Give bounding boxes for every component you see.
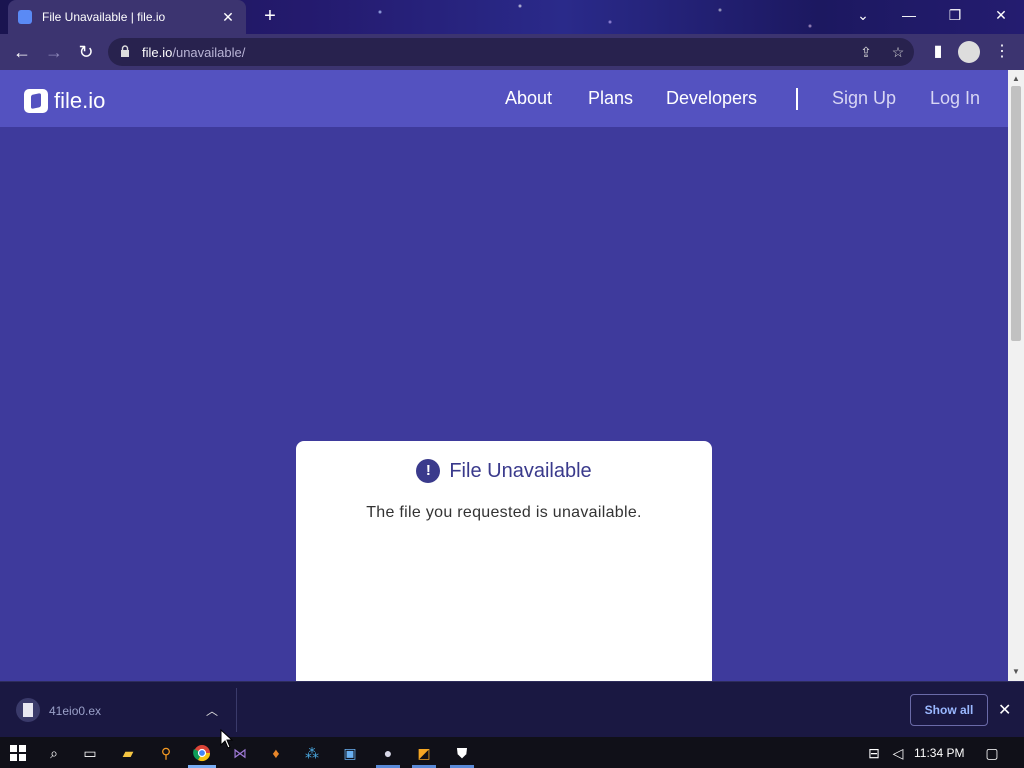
alert-icon: ! <box>416 459 441 483</box>
lock-icon[interactable] <box>120 45 130 57</box>
chevron-up-icon[interactable]: ︿ <box>206 702 218 719</box>
nav-divider <box>796 88 798 110</box>
close-shelf-icon[interactable]: ✕ <box>998 700 1011 720</box>
profile-avatar[interactable] <box>958 41 980 63</box>
share-icon[interactable]: ⇪ <box>856 42 876 62</box>
search-icon[interactable]: ⌕ <box>42 741 66 765</box>
back-button[interactable]: ← <box>10 40 34 64</box>
tab-close-icon[interactable]: ✕ <box>220 9 236 26</box>
bookmark-star-icon[interactable]: ☆ <box>888 42 908 62</box>
browser-tab[interactable]: File Unavailable | file.io ✕ <box>8 0 246 34</box>
menu-kebab-icon[interactable]: ⋮ <box>990 40 1014 64</box>
tab-search-button[interactable]: ⌄ <box>840 0 886 30</box>
nav-about[interactable]: About <box>505 88 552 109</box>
side-panel-icon[interactable]: ▮ <box>926 40 950 64</box>
tab-title: File Unavailable | file.io <box>42 10 166 24</box>
shelf-divider <box>236 688 237 732</box>
scroll-down-icon[interactable]: ▼ <box>1012 667 1020 676</box>
card-header: ! File Unavailable <box>296 459 712 483</box>
network-tray-icon[interactable]: ⊟ <box>862 741 886 765</box>
close-window-button[interactable]: ✕ <box>978 0 1024 30</box>
shield-app-icon[interactable]: ⛊ <box>450 741 474 765</box>
url-path: /unavailable/ <box>172 45 246 60</box>
logo-text: file.io <box>54 88 106 113</box>
page-viewport: file.io About Plans Developers Sign Up L… <box>0 70 1008 681</box>
file-icon <box>16 698 40 722</box>
nav-signup[interactable]: Sign Up <box>832 88 896 109</box>
file-explorer-icon[interactable]: ▰ <box>116 741 140 765</box>
dll-app-icon[interactable]: ◩ <box>412 741 436 765</box>
card-message: The file you requested is unavailable. <box>366 504 642 521</box>
volume-muted-icon[interactable]: ◁ <box>886 741 910 765</box>
nav-login[interactable]: Log In <box>930 88 980 109</box>
nav-developers[interactable]: Developers <box>666 88 757 109</box>
search-app-icon[interactable]: ⚲ <box>154 741 178 765</box>
site-logo[interactable]: file.io <box>24 88 105 114</box>
mouse-cursor-icon <box>220 729 234 749</box>
download-shelf: 41eio0.ex ︿ Show all ✕ <box>0 681 1024 737</box>
download-item[interactable]: 41eio0.ex ︿ <box>8 688 234 732</box>
minimize-button[interactable]: — <box>886 0 932 30</box>
url-text[interactable]: file.io/unavailable/ <box>142 45 245 60</box>
tab-strip: File Unavailable | file.io ✕ + ⌄ — ❐ ✕ <box>0 0 1024 34</box>
fileio-favicon-icon <box>18 10 32 24</box>
url-host: file.io <box>142 45 173 60</box>
nav-plans[interactable]: Plans <box>588 88 633 109</box>
forward-button[interactable]: → <box>42 40 66 64</box>
taskbar: ⌕ ▭ ▰ ⚲ ⋈ ♦ ⁂ ▣ ● ◩ ⛊ ⊟ ◁ 11:34 PM ▢ <box>0 737 1024 768</box>
card-title: File Unavailable <box>449 459 592 482</box>
scroll-up-icon[interactable]: ▲ <box>1012 74 1020 83</box>
site-header: file.io About Plans Developers Sign Up L… <box>0 70 1008 127</box>
monitor-app-icon[interactable]: ▣ <box>338 741 362 765</box>
reload-button[interactable]: ↻ <box>74 40 98 64</box>
fileio-logo-icon <box>24 89 48 113</box>
fl-studio-icon[interactable]: ♦ <box>264 741 288 765</box>
show-all-button[interactable]: Show all <box>910 694 988 726</box>
toolbar: ← → ↻ file.io/unavailable/ ⇪ ☆ ▮ ⋮ <box>0 34 1024 70</box>
network-app-icon[interactable]: ⁂ <box>300 741 324 765</box>
scroll-thumb[interactable] <box>1011 86 1021 341</box>
download-filename: 41eio0.ex <box>49 704 102 718</box>
chrome-icon[interactable] <box>190 741 214 765</box>
page-scrollbar[interactable]: ▲ ▼ <box>1008 70 1024 681</box>
address-bar[interactable]: file.io/unavailable/ ⇪ ☆ <box>108 38 914 66</box>
notifications-icon[interactable]: ▢ <box>980 741 1004 765</box>
windows-start-icon[interactable] <box>6 741 30 765</box>
ball-app-icon[interactable]: ● <box>376 741 400 765</box>
taskbar-clock[interactable]: 11:34 PM <box>914 746 964 760</box>
new-tab-button[interactable]: + <box>258 6 282 28</box>
unavailable-card: ! File Unavailable The file you requeste… <box>296 441 712 681</box>
restore-button[interactable]: ❐ <box>932 0 978 30</box>
task-view-icon[interactable]: ▭ <box>78 741 102 765</box>
